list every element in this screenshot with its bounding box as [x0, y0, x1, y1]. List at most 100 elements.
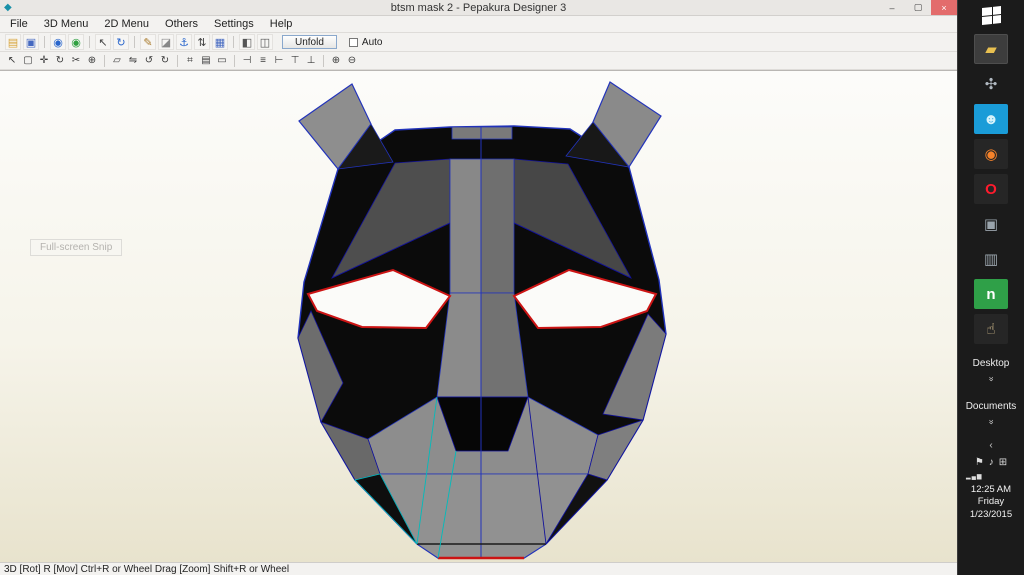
documents-toolbar[interactable]: Documents «	[966, 401, 1017, 430]
action-center-flag-icon[interactable]: ⚑	[975, 457, 984, 468]
anchor-icon[interactable]: ⚓	[176, 34, 192, 50]
join-edge-icon[interactable]: ⊕	[85, 54, 99, 68]
volume-icon[interactable]: ♪	[989, 457, 994, 468]
toolbar-separator	[104, 55, 105, 67]
toolbar-main-icons: ▤▣ ◉◉ ↖↻ ✎◪⚓⇅▦ ◧◫	[4, 34, 274, 50]
window-split-icon[interactable]: ◫	[257, 34, 273, 50]
menu-item-2d-menu[interactable]: 2D Menu	[96, 18, 157, 30]
tray-icons: ⚑ ♪ ⊞	[975, 457, 1007, 468]
unfold-button[interactable]: Unfold	[282, 35, 337, 49]
search-app-icon[interactable]: ✣	[974, 69, 1008, 99]
computer-icon[interactable]: ▣	[974, 209, 1008, 239]
taskbar-clock[interactable]: 12:25 AM Friday 1/23/2015	[970, 484, 1012, 521]
chevron-down-icon[interactable]: «	[987, 376, 995, 381]
save-icon[interactable]: ▣	[23, 34, 39, 50]
divide-face-icon[interactable]: ✂	[69, 54, 83, 68]
rotate-mode-icon[interactable]: ↻	[113, 34, 129, 50]
restore-button[interactable]: ▢	[905, 0, 931, 15]
flip-island-icon[interactable]: ⇋	[126, 54, 140, 68]
auto-option: Auto	[349, 37, 383, 48]
menu-item-settings[interactable]: Settings	[206, 18, 262, 30]
window-controls: – ▢ ×	[879, 0, 957, 15]
chevron-down-icon[interactable]: «	[987, 419, 995, 424]
view-3d-window-icon[interactable]: ◉	[50, 34, 66, 50]
clock-time: 12:25 AM	[970, 484, 1012, 496]
mask-3d-model[interactable]	[0, 71, 957, 561]
menu-item-file[interactable]: File	[2, 18, 36, 30]
blender-icon[interactable]: ◉	[974, 139, 1008, 169]
rotate-cw-icon[interactable]: ↻	[158, 54, 172, 68]
part-number-icon[interactable]: ⌗	[183, 54, 197, 68]
taskbar-apps: ▰ ✣ ☻ ◉ O ▣ ▥ n ☝	[974, 34, 1008, 344]
toolbar-2d-icons: ↖▢✛↻✂⊕▱⇋↺↻⌗▤▭⊣≡⊢⊤⊥⊕⊖	[4, 54, 360, 68]
hand-app-icon[interactable]: ☝	[974, 314, 1008, 344]
toolbar-main: ▤▣ ◉◉ ↖↻ ✎◪⚓⇅▦ ◧◫ Unfold Auto	[0, 33, 957, 52]
title-bar[interactable]: ◆ btsm mask 2 - Pepakura Designer 3 – ▢ …	[0, 0, 957, 16]
desktop-toolbar[interactable]: Desktop «	[973, 358, 1010, 387]
clock-date: 1/23/2015	[970, 509, 1012, 521]
file-explorer-icon[interactable]: ▰	[974, 34, 1008, 64]
swap-icon[interactable]: ⇅	[194, 34, 210, 50]
pen-icon[interactable]: ✎	[140, 34, 156, 50]
start-button[interactable]	[958, 0, 1024, 30]
taskbar: ▰ ✣ ☻ ◉ O ▣ ▥ n ☝ Desktop « Documents « ‹ ⚑ ♪ ⊞ ▂▄…	[958, 0, 1024, 575]
mask-face-crown-quad	[452, 127, 512, 139]
toolbar-separator	[89, 36, 90, 48]
network-signal-icon[interactable]: ▂▄▆	[966, 473, 982, 480]
align-bottom-icon[interactable]: ⊥	[304, 54, 318, 68]
select-mode-icon[interactable]: ↖	[95, 34, 111, 50]
window-3d-only-icon[interactable]: ◧	[239, 34, 255, 50]
align-right-icon[interactable]: ⊢	[272, 54, 286, 68]
align-center-h-icon[interactable]: ≡	[256, 54, 270, 68]
snip-overlay-ghost: Full-screen Snip	[30, 239, 122, 256]
printer-icon[interactable]: ▥	[974, 244, 1008, 274]
menu-item-3d-menu[interactable]: 3D Menu	[36, 18, 97, 30]
zoom-out-icon[interactable]: ⊖	[345, 54, 359, 68]
zoom-in-icon[interactable]: ⊕	[329, 54, 343, 68]
close-button[interactable]: ×	[931, 0, 957, 15]
eraser-icon[interactable]: ◪	[158, 34, 174, 50]
rotate-island-icon[interactable]: ↻	[53, 54, 67, 68]
status-text: 3D [Rot] R [Mov] Ctrl+R or Wheel Drag [Z…	[4, 564, 289, 575]
toolbar-separator	[234, 55, 235, 67]
mask-face-chin	[380, 474, 588, 558]
align-top-icon[interactable]: ⊤	[288, 54, 302, 68]
align-left-icon[interactable]: ⊣	[240, 54, 254, 68]
toolbar-2d: ↖▢✛↻✂⊕▱⇋↺↻⌗▤▭⊣≡⊢⊤⊥⊕⊖	[0, 52, 957, 70]
clock-day: Friday	[970, 496, 1012, 508]
documents-toolbar-label: Documents	[966, 401, 1017, 412]
select-part-icon[interactable]: ↖	[5, 54, 19, 68]
menu-item-others[interactable]: Others	[157, 18, 206, 30]
texture-icon[interactable]: ▦	[212, 34, 228, 50]
app-window: ◆ btsm mask 2 - Pepakura Designer 3 – ▢ …	[0, 0, 958, 575]
toolbar-separator	[177, 55, 178, 67]
minimize-button[interactable]: –	[879, 0, 905, 15]
menu-item-help[interactable]: Help	[262, 18, 301, 30]
opera-icon[interactable]: O	[974, 174, 1008, 204]
auto-checkbox[interactable]	[349, 38, 358, 47]
viewport-3d[interactable]: Full-screen Snip	[0, 70, 957, 562]
status-bar: 3D [Rot] R [Mov] Ctrl+R or Wheel Drag [Z…	[0, 562, 957, 575]
move-island-icon[interactable]: ✛	[37, 54, 51, 68]
toolbar-separator	[134, 36, 135, 48]
open-icon[interactable]: ▤	[5, 34, 21, 50]
edit-tab-icon[interactable]: ▱	[110, 54, 124, 68]
blue-app-icon[interactable]: ☻	[974, 104, 1008, 134]
window-title: btsm mask 2 - Pepakura Designer 3	[0, 2, 957, 14]
view-2d-window-icon[interactable]: ◉	[68, 34, 84, 50]
select-box-icon[interactable]: ▢	[21, 54, 35, 68]
print-area-icon[interactable]: ▭	[215, 54, 229, 68]
toolbar-separator	[44, 36, 45, 48]
menu-bar: File3D Menu2D MenuOthersSettingsHelp	[0, 16, 957, 33]
toolbar-separator	[323, 55, 324, 67]
desktop-toolbar-label: Desktop	[973, 358, 1010, 369]
page-layout-icon[interactable]: ▤	[199, 54, 213, 68]
ime-icon[interactable]: ⊞	[999, 457, 1007, 468]
tray-expand-icon[interactable]: ‹	[989, 440, 992, 451]
mask-face-stripe-left	[450, 159, 481, 293]
windows-logo-icon	[982, 6, 1001, 25]
rotate-ccw-icon[interactable]: ↺	[142, 54, 156, 68]
green-n-app-icon[interactable]: n	[974, 279, 1008, 309]
mask-face-stripe-right	[481, 159, 514, 293]
auto-label: Auto	[362, 37, 383, 48]
